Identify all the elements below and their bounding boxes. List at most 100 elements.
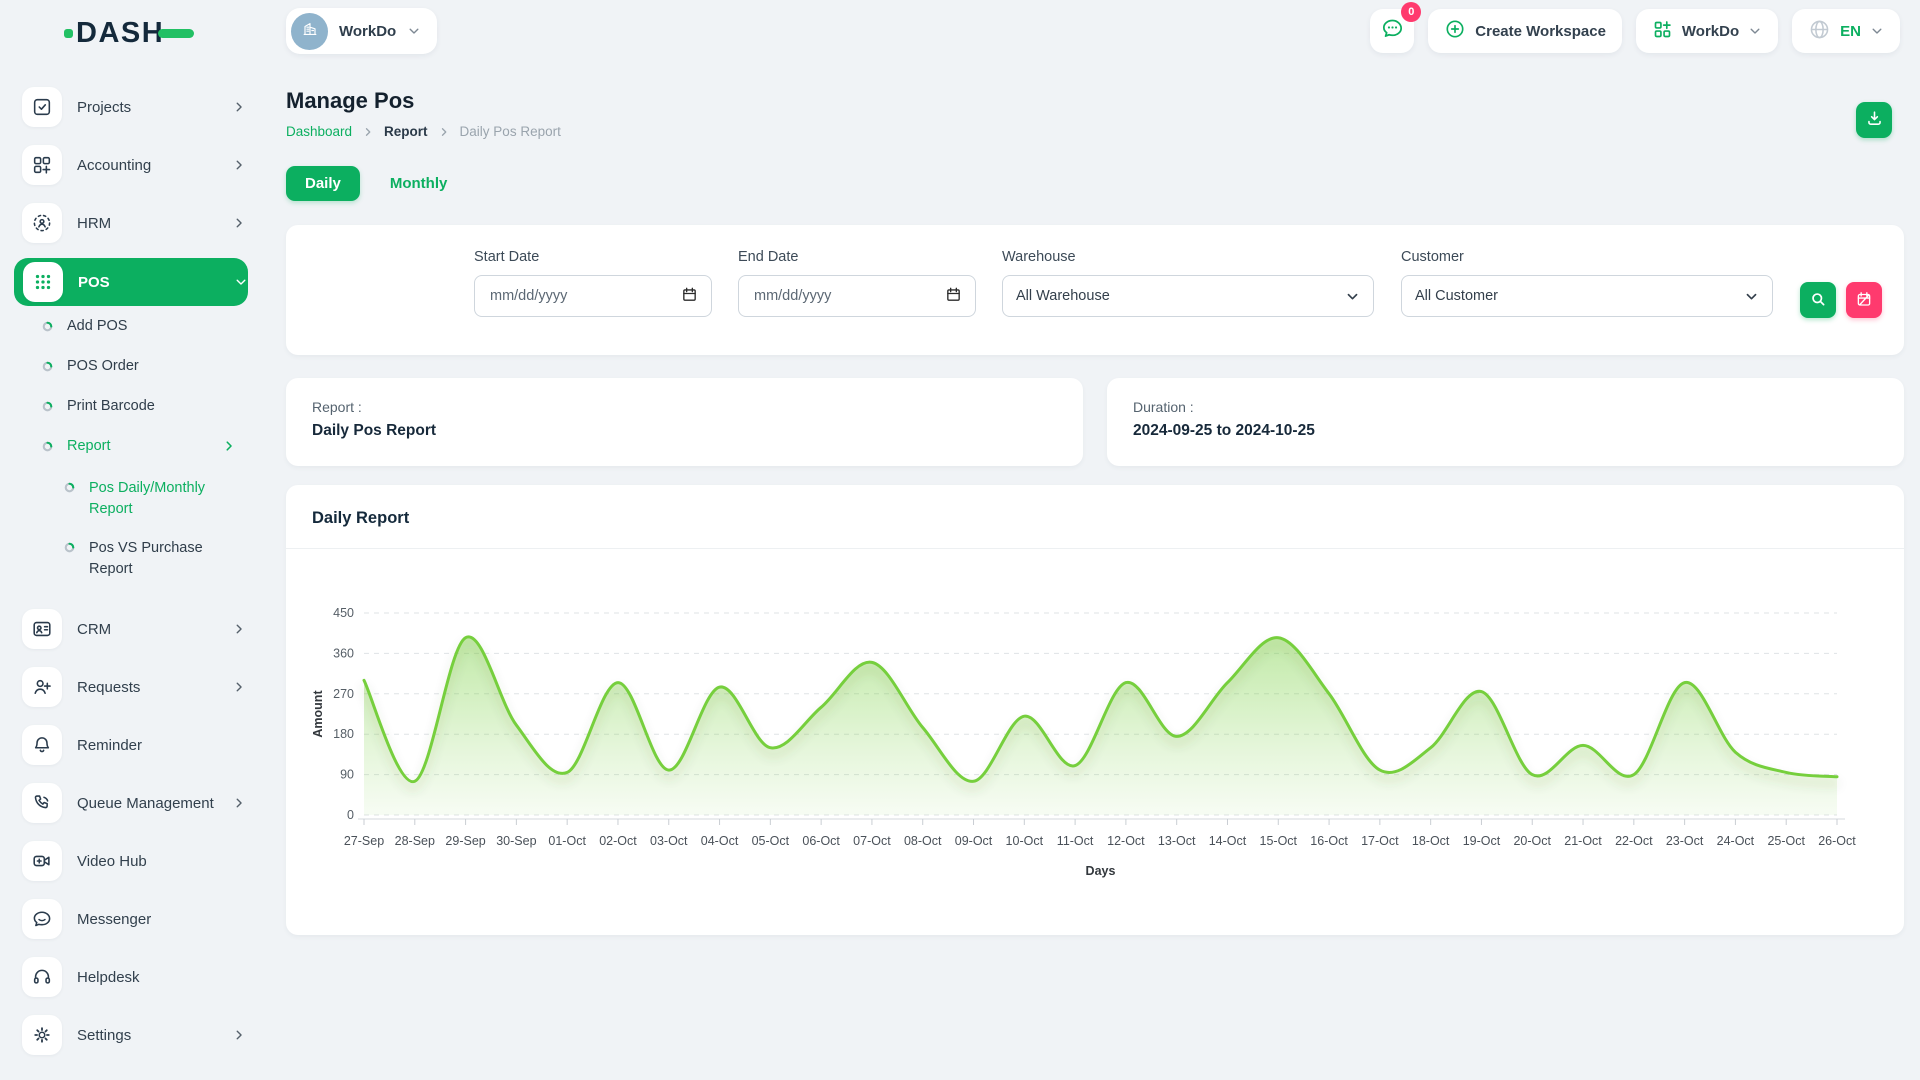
bullet-icon <box>42 401 53 412</box>
people-scan-icon <box>22 203 62 243</box>
start-date-input[interactable] <box>488 287 681 305</box>
headset-icon <box>22 957 62 997</box>
logo[interactable]: DASH <box>64 17 194 50</box>
sidebar-item-messenger[interactable]: Messenger <box>22 896 246 942</box>
sidebar-item-requests[interactable]: Requests <box>22 664 246 710</box>
sidebar-item-pos-vs-purchase-report[interactable]: Pos VS Purchase Report <box>64 538 236 580</box>
x-tick-label: 22-Oct <box>1615 834 1653 848</box>
logo-dot-icon <box>64 29 73 38</box>
tab-daily[interactable]: Daily <box>286 166 360 201</box>
x-tick-label: 03-Oct <box>650 834 688 848</box>
app-switcher-label: WorkDo <box>1682 23 1739 40</box>
sidebar-item-reminder[interactable]: Reminder <box>22 722 246 768</box>
calendar-icon[interactable] <box>681 286 698 307</box>
x-tick-label: 20-Oct <box>1513 834 1551 848</box>
workspace-name: WorkDo <box>339 23 396 40</box>
y-tick-label: 180 <box>333 727 354 741</box>
app-switcher-button[interactable]: WorkDo <box>1636 9 1778 53</box>
x-tick-label: 14-Oct <box>1209 834 1247 848</box>
end-date-group: End Date <box>738 249 976 317</box>
workspace-selector[interactable]: WorkDo <box>286 8 437 54</box>
sidebar-item-label: POS <box>78 274 234 291</box>
sidebar-item-label: CRM <box>77 621 232 638</box>
sidebar-item-label: Requests <box>77 679 232 696</box>
area-chart-svg: 09018027036045027-Sep28-Sep29-Sep30-Sep0… <box>306 557 1894 897</box>
start-date-label: Start Date <box>474 249 712 265</box>
download-button[interactable] <box>1856 102 1892 138</box>
x-tick-label: 29-Sep <box>445 834 485 848</box>
chevron-down-icon <box>1748 24 1762 38</box>
sidebar-item-crm[interactable]: CRM <box>22 606 246 652</box>
chevron-right-icon <box>438 126 450 138</box>
chevron-right-icon <box>232 1028 246 1042</box>
x-tick-label: 12-Oct <box>1107 834 1145 848</box>
sidebar-item-label: Print Barcode <box>67 398 236 414</box>
logo-text: DASH <box>76 17 164 50</box>
search-icon <box>1809 290 1827 311</box>
x-tick-label: 13-Oct <box>1158 834 1196 848</box>
y-tick-label: 360 <box>333 646 354 660</box>
sidebar-item-print-barcode[interactable]: Print Barcode <box>42 398 236 414</box>
x-tick-label: 06-Oct <box>802 834 840 848</box>
summary-row: Report : Daily Pos Report Duration : 202… <box>286 378 1904 466</box>
warehouse-select[interactable]: All Warehouse <box>1002 275 1374 317</box>
sidebar-item-settings[interactable]: Settings <box>22 1012 246 1058</box>
sidebar-item-queue-management[interactable]: Queue Management <box>22 780 246 826</box>
messages-button[interactable]: 0 <box>1370 9 1414 53</box>
sidebar-item-projects[interactable]: Projects <box>22 84 246 130</box>
reset-filter-button[interactable] <box>1846 282 1882 318</box>
sidebar-item-label: Report <box>67 438 222 454</box>
sidebar-item-pos-order[interactable]: POS Order <box>42 358 236 374</box>
chat-icon <box>22 899 62 939</box>
apply-filter-button[interactable] <box>1800 282 1836 318</box>
duration-value: 2024-09-25 to 2024-10-25 <box>1133 422 1878 440</box>
calendar-icon[interactable] <box>945 286 962 307</box>
tab-monthly[interactable]: Monthly <box>386 166 452 201</box>
chat-bubble-icon <box>1380 16 1405 46</box>
x-tick-label: 24-Oct <box>1717 834 1755 848</box>
x-tick-label: 09-Oct <box>955 834 993 848</box>
sidebar-item-pos[interactable]: POS <box>14 258 248 306</box>
x-tick-label: 15-Oct <box>1260 834 1298 848</box>
sidebar-item-report[interactable]: Report <box>42 438 236 454</box>
chevron-right-icon <box>232 680 246 694</box>
sidebar-item-helpdesk[interactable]: Helpdesk <box>22 954 246 1000</box>
sidebar-item-add-pos[interactable]: Add POS <box>42 318 236 334</box>
chevron-down-icon <box>1870 24 1884 38</box>
download-icon <box>1865 109 1884 131</box>
warehouse-group: Warehouse All Warehouse <box>1002 249 1374 317</box>
create-workspace-label: Create Workspace <box>1475 23 1606 40</box>
customer-value: All Customer <box>1415 288 1744 304</box>
breadcrumb-report[interactable]: Report <box>384 124 428 139</box>
breadcrumb-dashboard[interactable]: Dashboard <box>286 124 352 139</box>
create-workspace-button[interactable]: Create Workspace <box>1428 9 1622 53</box>
sidebar-item-label: Accounting <box>77 157 232 174</box>
sidebar-item-pos-daily-monthly-report[interactable]: Pos Daily/Monthly Report <box>64 478 236 520</box>
y-tick-label: 0 <box>347 808 354 822</box>
language-selector[interactable]: EN <box>1792 9 1900 53</box>
start-date-group: Start Date <box>474 249 712 317</box>
x-tick-label: 07-Oct <box>853 834 891 848</box>
sidebar-item-label: POS Order <box>67 358 236 374</box>
sidebar-item-hrm[interactable]: HRM <box>22 200 246 246</box>
x-axis-title: Days <box>1086 864 1116 878</box>
sidebar-item-accounting[interactable]: Accounting <box>22 142 246 188</box>
x-tick-label: 01-Oct <box>548 834 586 848</box>
report-period-tabs: Daily Monthly <box>286 166 451 201</box>
end-date-input[interactable] <box>752 287 945 305</box>
bullet-icon <box>42 321 53 332</box>
report-label: Report : <box>312 399 1057 415</box>
sidebar-item-label: Reminder <box>77 737 246 754</box>
sidebar-item-video-hub[interactable]: Video Hub <box>22 838 246 884</box>
x-tick-label: 10-Oct <box>1006 834 1044 848</box>
y-tick-label: 90 <box>340 768 354 782</box>
y-axis-title: Amount <box>311 690 325 738</box>
customer-select[interactable]: All Customer <box>1401 275 1773 317</box>
chevron-down-icon <box>1744 289 1759 304</box>
sidebar-item-label: HRM <box>77 215 232 232</box>
x-tick-label: 02-Oct <box>599 834 637 848</box>
x-tick-label: 18-Oct <box>1412 834 1450 848</box>
chevron-right-icon <box>232 622 246 636</box>
filter-card: Start Date End Date Warehouse All Wareho… <box>286 225 1904 355</box>
bullet-icon <box>64 482 75 493</box>
